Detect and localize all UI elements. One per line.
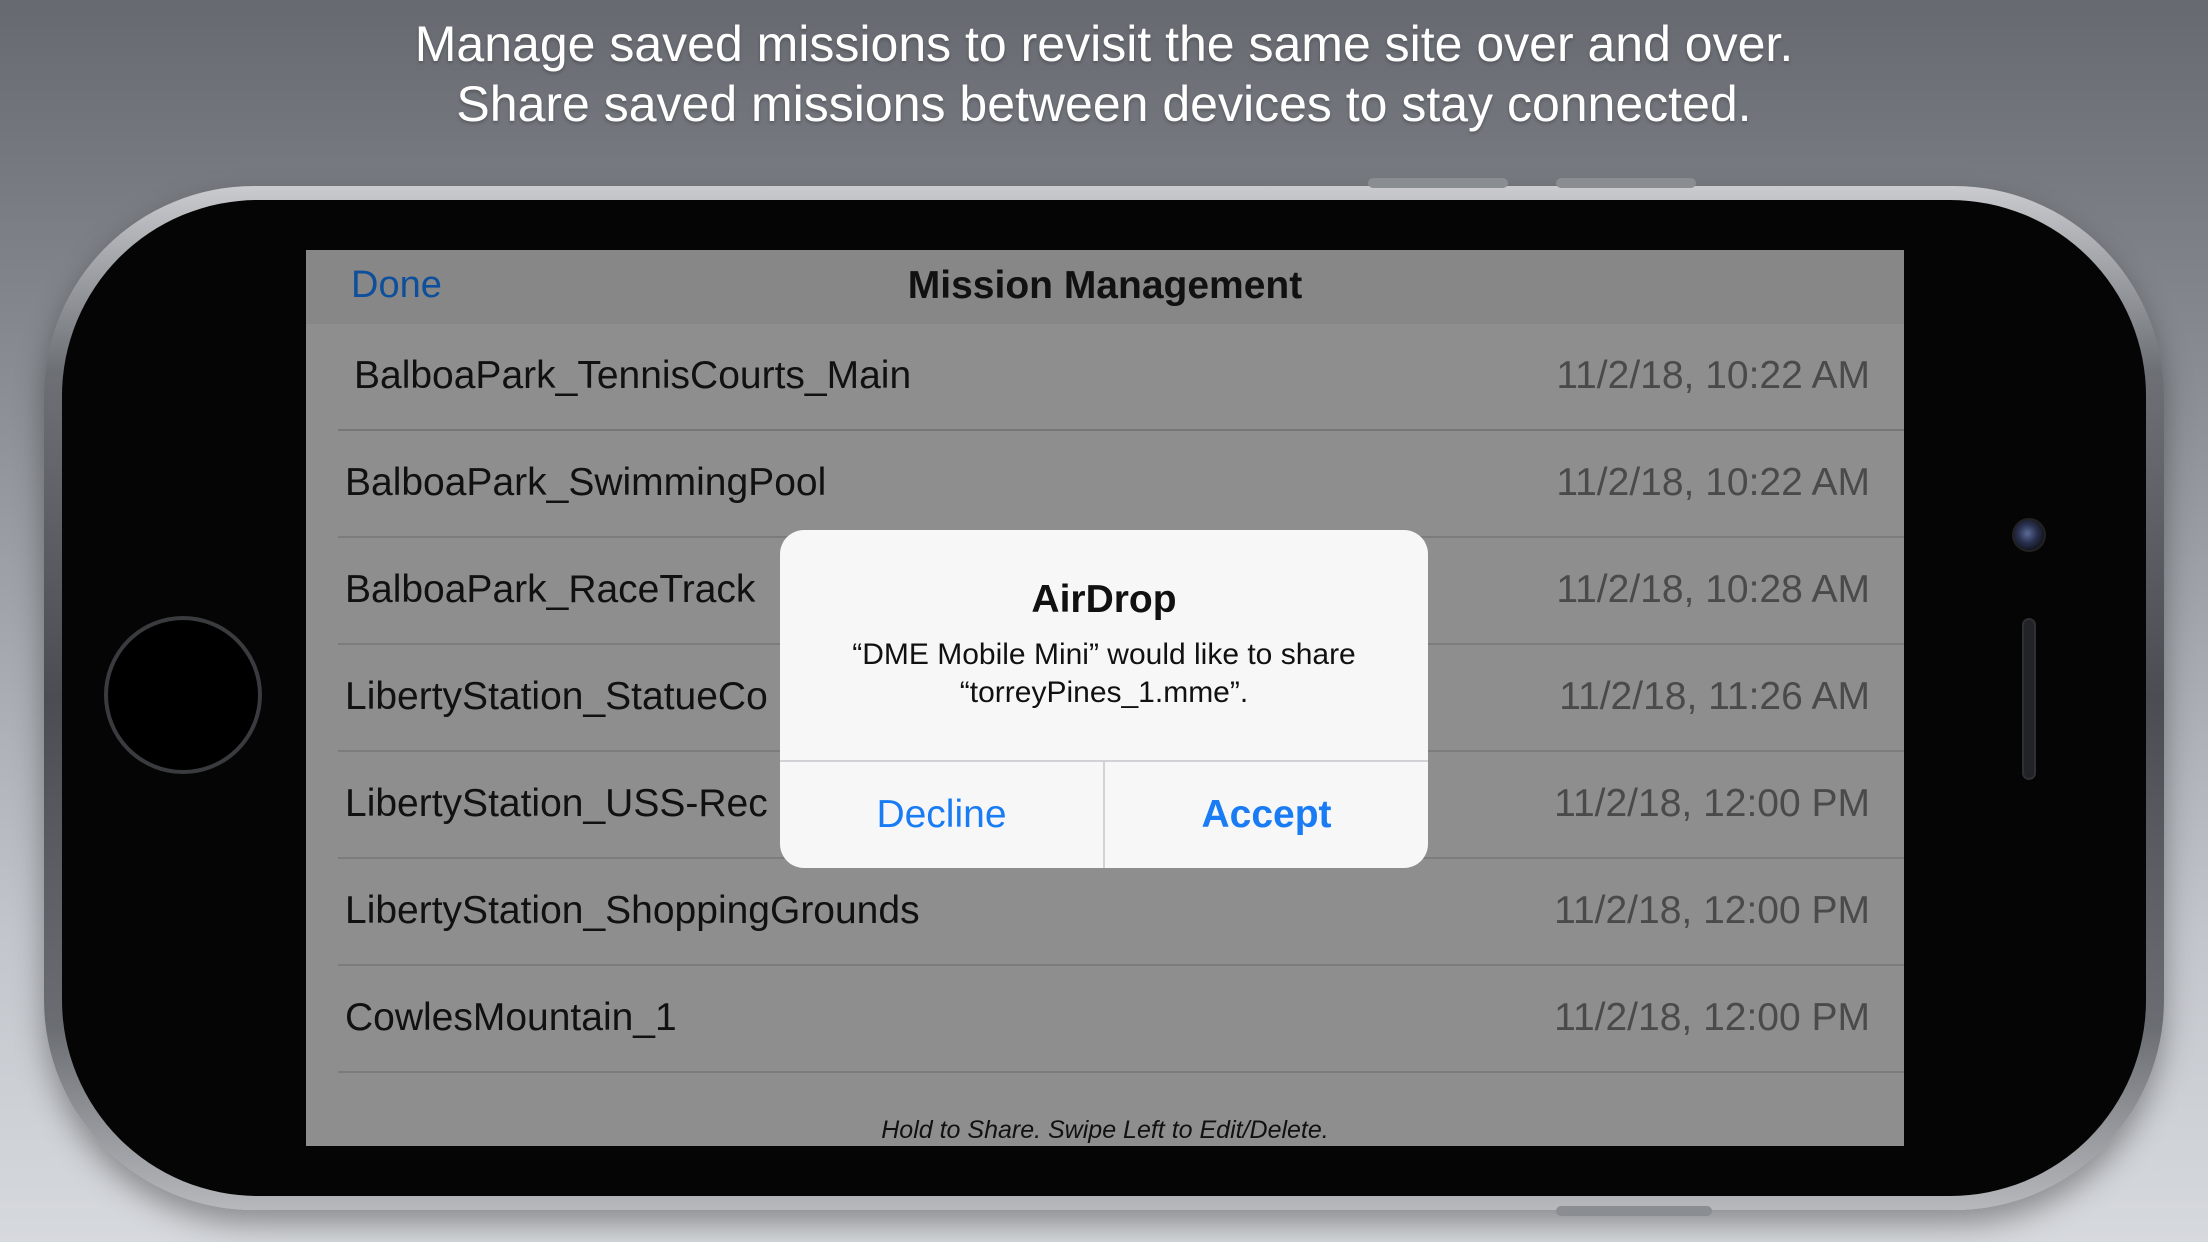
mission-date: 11/2/18, 10:28 AM	[1556, 568, 1870, 611]
mission-date: 11/2/18, 10:22 AM	[1556, 461, 1870, 504]
alert-title: AirDrop	[1031, 578, 1177, 621]
mission-name: LibertyStation_USS-Rec	[345, 782, 768, 825]
mission-date: 11/2/18, 12:00 PM	[1554, 996, 1870, 1039]
mission-date: 11/2/18, 12:00 PM	[1554, 889, 1870, 932]
decline-button[interactable]: Decline	[780, 762, 1103, 868]
alert-message-line: “DME Mobile Mini” would like to share	[852, 638, 1356, 671]
done-button[interactable]: Done	[351, 264, 442, 307]
caption-line-1: Manage saved missions to revisit the sam…	[414, 16, 1794, 72]
mission-name: LibertyStation_StatueCo	[345, 675, 768, 718]
footer-hint: Hold to Share. Swipe Left to Edit/Delete…	[881, 1116, 1329, 1144]
airdrop-alert: AirDrop “DME Mobile Mini” would like to …	[780, 530, 1428, 868]
mission-date: 11/2/18, 12:00 PM	[1554, 782, 1870, 825]
earpiece-speaker	[2022, 618, 2036, 780]
accept-button[interactable]: Accept	[1105, 762, 1428, 868]
mission-name: LibertyStation_ShoppingGrounds	[345, 889, 920, 932]
mission-row[interactable]: CowlesMountain_1 11/2/18, 12:00 PM	[338, 966, 1904, 1073]
mission-name: BalboaPark_SwimmingPool	[345, 461, 827, 504]
caption-line-2: Share saved missions between devices to …	[456, 76, 1752, 132]
mission-date: 11/2/18, 10:22 AM	[1556, 354, 1870, 397]
mission-name: CowlesMountain_1	[345, 996, 677, 1039]
alert-message-line: “torreyPines_1.mme”.	[959, 676, 1249, 709]
page-title: Mission Management	[907, 264, 1303, 307]
mission-row[interactable]: BalboaPark_SwimmingPool 11/2/18, 10:22 A…	[338, 431, 1904, 538]
mission-row[interactable]: BalboaPark_TennisCourts_Main 11/2/18, 10…	[338, 324, 1904, 431]
mission-date: 11/2/18, 11:26 AM	[1559, 675, 1870, 718]
phone-volume-button	[1368, 178, 1508, 188]
mission-name: BalboaPark_TennisCourts_Main	[354, 354, 912, 397]
alert-message: “DME Mobile Mini” would like to share “t…	[800, 636, 1408, 712]
front-camera-icon	[2012, 518, 2046, 552]
navigation-bar: Mission Management Done	[306, 250, 1904, 324]
phone-volume-button	[1556, 178, 1696, 188]
mission-name: BalboaPark_RaceTrack	[345, 568, 756, 611]
phone-power-button	[1556, 1206, 1712, 1216]
mission-row[interactable]: LibertyStation_ShoppingGrounds 11/2/18, …	[338, 859, 1904, 966]
home-button[interactable]	[104, 616, 262, 774]
